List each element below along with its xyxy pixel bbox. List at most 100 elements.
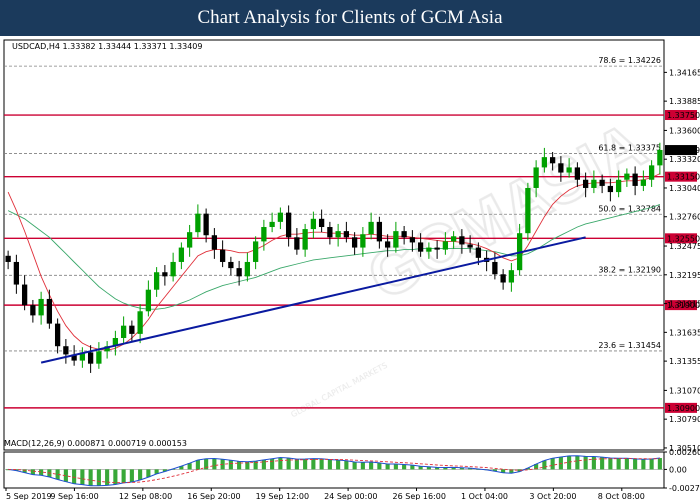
candle-body [170, 261, 176, 277]
y-tick-label: 1.31070 [669, 386, 700, 395]
candle-body [384, 241, 391, 248]
candle-body [525, 187, 531, 234]
candle-body [195, 213, 201, 233]
candle-body [624, 173, 630, 180]
chart-header-title: Chart Analysis for Clients of GCM Asia [0, 0, 700, 36]
x-tick-label: 3 Oct 20:00 [529, 492, 576, 500]
macd-histogram-bar [575, 455, 580, 470]
macd-histogram-bar [72, 469, 77, 484]
fibonacci-label: 50.0 = 1.32784 [598, 204, 661, 213]
candle-body [475, 247, 482, 258]
macd-histogram-bar [121, 469, 126, 483]
candle-body [376, 221, 383, 242]
macd-histogram-bar [641, 459, 646, 470]
candle-body [508, 270, 515, 283]
candle-body [294, 237, 300, 250]
macd-histogram-bar [311, 458, 316, 470]
macd-histogram-bar [336, 459, 341, 470]
macd-y-tick-label: 0.002602 [669, 448, 700, 457]
candle-body [533, 167, 539, 188]
candle-body [607, 185, 614, 193]
candle-body [38, 298, 44, 316]
fibonacci-label: 23.6 = 1.31454 [598, 341, 661, 350]
y-tick-label: 1.33320 [669, 155, 700, 164]
macd-histogram-bar [146, 469, 151, 478]
candle-body [153, 272, 160, 290]
candle-body [434, 247, 440, 250]
y-tick-label: 1.33885 [669, 97, 700, 106]
candle-body [450, 236, 457, 242]
candle-body [129, 325, 135, 334]
fibonacci-label: 38.2 = 1.32190 [598, 265, 661, 274]
candle-body [492, 261, 498, 275]
y-tick-label: 1.33600 [669, 126, 700, 135]
macd-histogram-bar [195, 459, 200, 470]
candle-body [393, 231, 399, 248]
candle-body [648, 165, 655, 180]
macd-histogram-bar [39, 469, 44, 476]
macd-histogram-bar [327, 459, 332, 470]
y-tick-label: 1.33040 [669, 184, 700, 193]
macd-histogram-bar [567, 455, 572, 470]
macd-histogram-bar [360, 462, 365, 470]
candle-body [302, 229, 308, 250]
candle-body [417, 242, 424, 252]
level-price-label: 1.33150 [667, 173, 700, 182]
fibonacci-label: 78.6 = 1.34226 [598, 56, 661, 65]
candle-body [54, 323, 61, 347]
candle-body [219, 249, 226, 262]
candle-body [87, 352, 94, 364]
candle-body [203, 213, 209, 236]
candle-body [459, 236, 465, 245]
candle-body [442, 241, 449, 250]
x-tick-label: 9 Sep 16:00 [50, 492, 98, 500]
macd-histogram-bar [542, 460, 547, 470]
macd-histogram-bar [633, 458, 638, 470]
macd-histogram-bar [261, 459, 266, 470]
candle-body [541, 157, 548, 168]
candle-body [351, 237, 358, 248]
candle-body [178, 247, 185, 262]
y-tick-label: 1.31915 [669, 300, 700, 309]
candle-body [46, 298, 53, 324]
y-tick-label: 1.32195 [669, 271, 700, 280]
macd-histogram-bar [96, 469, 101, 486]
macd-histogram-bar [624, 458, 629, 470]
candle-body [640, 179, 647, 186]
macd-histogram-bar [129, 469, 134, 483]
macd-y-tick-label: -0.002779 [669, 484, 700, 493]
candle-body [145, 289, 152, 312]
level-price-label: 1.30900 [667, 404, 700, 413]
candle-body [310, 218, 317, 230]
candle-body [318, 218, 325, 228]
candle-body [285, 212, 292, 238]
candle-body [401, 231, 407, 238]
candle-body [558, 163, 564, 173]
candle-body [244, 261, 251, 277]
candle-body [566, 167, 572, 173]
candle-body [599, 179, 605, 186]
candle-body [186, 232, 193, 248]
macd-histogram-bar [278, 457, 283, 470]
fibonacci-label: 61.8 = 1.33375 [598, 144, 661, 153]
candle-body [582, 179, 589, 188]
y-tick-label: 1.30790 [669, 415, 700, 424]
y-tick-label: 1.34165 [669, 68, 700, 77]
macd-histogram-bar [583, 456, 588, 470]
candle-body [549, 157, 556, 164]
candle-body [500, 274, 506, 283]
current-price-label: 1.33409 [667, 146, 700, 155]
candle-body [632, 173, 638, 186]
x-tick-label: 19 Sep 12:00 [256, 492, 309, 500]
candle-body [13, 261, 20, 285]
candle-body [252, 241, 259, 262]
candle-body [591, 179, 597, 188]
candle-body [574, 167, 581, 180]
candle-body [426, 247, 432, 252]
symbol-title: USDCAD,H4 1.33382 1.33444 1.33371 1.3340… [12, 42, 202, 51]
level-price-label: 1.33750 [667, 111, 700, 120]
candle-body [236, 268, 242, 277]
candle-body [21, 284, 28, 306]
candle-body [467, 244, 473, 248]
x-tick-label: 5 Sep 2019 [6, 492, 52, 500]
